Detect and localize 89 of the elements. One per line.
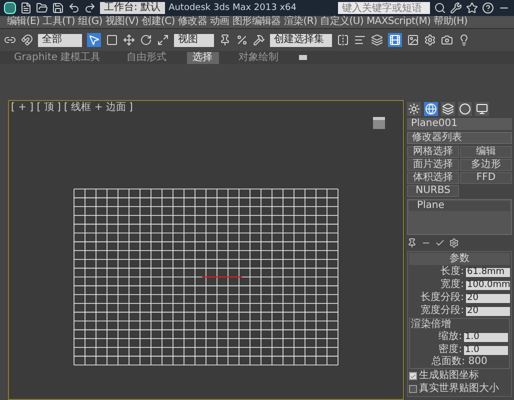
save-icon[interactable] bbox=[52, 2, 64, 14]
viewport[interactable]: [ + ] [ 顶 ] [ 线框 + 边面 ] bbox=[8, 100, 404, 400]
link-icon[interactable] bbox=[4, 34, 16, 46]
render-setup-icon[interactable] bbox=[424, 34, 436, 46]
ribbon-tab[interactable]: 对象绘制 bbox=[232, 52, 285, 64]
parameter-label: 缩放: bbox=[438, 332, 462, 342]
modifier-button[interactable]: 多边形 bbox=[460, 159, 512, 171]
layers-tab[interactable] bbox=[441, 102, 455, 116]
camera-icon[interactable] bbox=[441, 34, 453, 46]
lightbulb-icon[interactable] bbox=[458, 34, 470, 46]
redo-icon[interactable] bbox=[84, 2, 96, 14]
parameter-label: 长度: bbox=[440, 267, 464, 277]
modifier-button[interactable]: NURBS bbox=[407, 185, 459, 197]
parameter-label: 宽度: bbox=[440, 280, 464, 290]
app-logo-icon[interactable] bbox=[4, 2, 16, 14]
gear-icon[interactable] bbox=[449, 238, 459, 248]
menu-item[interactable]: 动画 bbox=[208, 17, 230, 27]
parameter-field[interactable]: 1.0 bbox=[464, 346, 508, 354]
viewport-label[interactable]: [ + ] [ 顶 ] [ 线框 + 边面 ] bbox=[11, 103, 133, 113]
menu-item[interactable]: 编辑(E) bbox=[6, 17, 41, 27]
folder-icon[interactable] bbox=[36, 2, 48, 14]
modifier-list-dropdown[interactable]: 修改器列表 bbox=[407, 132, 512, 144]
menu-item[interactable]: 视图(V) bbox=[104, 17, 140, 27]
modifier-button[interactable]: 面片选择 bbox=[407, 159, 459, 171]
scale-icon[interactable] bbox=[157, 34, 169, 46]
magnet-icon[interactable] bbox=[21, 34, 33, 46]
parameter-field[interactable]: 1.0 bbox=[464, 332, 508, 342]
modifier-button[interactable]: 体积选择 bbox=[407, 172, 459, 184]
parameter-label: 宽度分段: bbox=[420, 306, 464, 316]
undo-icon[interactable] bbox=[68, 2, 80, 14]
move-icon[interactable] bbox=[123, 34, 135, 46]
circle-tab[interactable] bbox=[458, 102, 472, 116]
sun-tab[interactable] bbox=[407, 102, 421, 116]
parameter-field[interactable]: 100.0mm bbox=[466, 280, 510, 290]
parameter-field[interactable]: 61.8mm bbox=[466, 268, 510, 276]
curve-editor-button[interactable] bbox=[388, 33, 402, 47]
menu-item[interactable]: MAXScript(M) bbox=[365, 17, 432, 27]
parameter-field[interactable]: 20 bbox=[466, 306, 510, 316]
checkbox-label: 真实世界贴图大小 bbox=[419, 384, 499, 394]
rollout-header[interactable]: 参数 bbox=[409, 253, 510, 265]
stack-item[interactable]: Plane bbox=[409, 201, 510, 211]
menu-item[interactable]: 组(G) bbox=[77, 17, 104, 27]
ribbon-tab[interactable]: Graphite 建模工具 bbox=[8, 52, 107, 64]
menu-item[interactable]: 帮助(H) bbox=[432, 17, 468, 27]
workspace-dropdown[interactable]: 工作台: 默认 bbox=[100, 2, 165, 14]
ribbon-tab[interactable]: 自由形式 bbox=[120, 52, 173, 64]
new-file-icon[interactable] bbox=[20, 2, 32, 14]
modifier-button[interactable]: 编辑 bbox=[460, 146, 512, 158]
menu-item[interactable]: 修改器 bbox=[176, 17, 208, 27]
star-icon[interactable] bbox=[466, 2, 478, 14]
ribbon-options-icon[interactable] bbox=[298, 55, 307, 60]
ribbon-tab[interactable]: 选择 bbox=[186, 52, 219, 64]
parameter-label: 长度分段: bbox=[420, 293, 464, 303]
wrench-icon[interactable] bbox=[450, 2, 462, 14]
object-name-field[interactable]: Plane001 bbox=[407, 118, 512, 130]
checkbox[interactable] bbox=[409, 372, 417, 380]
select-tool-button[interactable] bbox=[87, 33, 101, 47]
modifier-button[interactable]: 网格选择 bbox=[407, 146, 459, 158]
globe-tab[interactable] bbox=[424, 102, 438, 116]
window-title: Autodesk 3ds Max 2013 x64 bbox=[168, 4, 296, 12]
checkbox-label: 生成贴图坐标 bbox=[419, 371, 479, 381]
align-icon[interactable] bbox=[354, 34, 366, 46]
rotate-icon[interactable] bbox=[140, 34, 152, 46]
menu-item[interactable]: 图形编辑器 bbox=[231, 17, 282, 27]
checkbox[interactable] bbox=[409, 385, 417, 393]
pivot-icon[interactable] bbox=[219, 34, 231, 46]
monitor-tab[interactable] bbox=[475, 102, 489, 116]
menu-item[interactable]: 创建(C) bbox=[140, 17, 176, 27]
hammer-icon[interactable] bbox=[253, 34, 265, 46]
menu-item[interactable]: 自定义(U) bbox=[319, 17, 364, 27]
help-icon[interactable] bbox=[482, 2, 494, 14]
reference-coordinate-dropdown[interactable]: 视图 bbox=[174, 34, 214, 46]
search-field[interactable]: 键入关键字或短语 bbox=[338, 2, 430, 14]
pin-icon[interactable] bbox=[407, 238, 417, 248]
menu-item[interactable]: 工具(T) bbox=[42, 17, 76, 27]
parameter-label: 密度: bbox=[438, 345, 462, 355]
group-title: 渲染倍增 bbox=[411, 320, 452, 330]
parameter-field[interactable]: 20 bbox=[466, 294, 510, 302]
image-icon[interactable] bbox=[407, 34, 419, 46]
rectangle-select-icon[interactable] bbox=[106, 34, 118, 46]
layers-icon[interactable] bbox=[371, 34, 383, 46]
mirror-icon[interactable] bbox=[337, 34, 349, 46]
modifier-button[interactable]: FFD bbox=[460, 172, 512, 184]
total-faces-text: 总面数: 800 bbox=[432, 357, 488, 367]
selection-filter-dropdown[interactable]: 全部 bbox=[38, 34, 82, 46]
menu-item[interactable]: 渲染(R) bbox=[282, 17, 318, 27]
percent-snap-icon[interactable] bbox=[236, 34, 248, 46]
named-selection-dropdown[interactable]: 创建选择集 bbox=[270, 34, 332, 46]
check-icon[interactable] bbox=[435, 238, 445, 248]
